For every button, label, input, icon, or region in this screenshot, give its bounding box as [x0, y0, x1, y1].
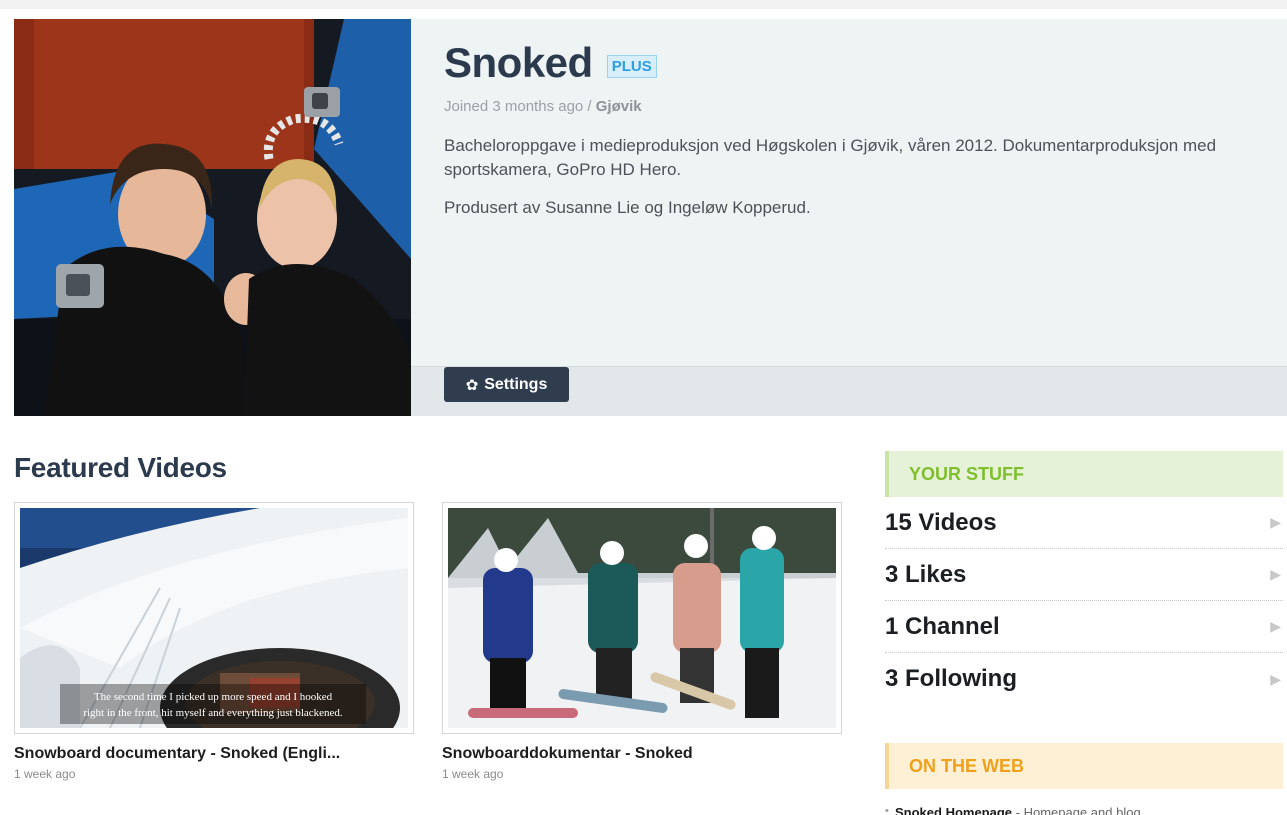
profile-name: Snoked	[444, 39, 593, 86]
bio-paragraph: Bacheloroppgave i medieproduksjon ved Hø…	[444, 136, 1217, 179]
video-thumbnail-image: The second time I picked up more speed a…	[20, 508, 408, 728]
top-strip	[0, 0, 1287, 9]
stat-likes[interactable]: 3 Likes ▶	[885, 549, 1283, 601]
video-title[interactable]: Snowboard documentary - Snoked (Engli...	[14, 745, 414, 763]
profile-info: Snoked PLUS Joined 3 months ago / Gjøvik…	[411, 19, 1287, 366]
video-date: 1 week ago	[14, 767, 76, 781]
stat-following[interactable]: 3 Following ▶	[885, 653, 1283, 705]
stat-channels[interactable]: 1 Channel ▶	[885, 601, 1283, 653]
on-the-web-heading: ON THE WEB	[885, 743, 1283, 789]
video-thumbnail[interactable]: The second time I picked up more speed a…	[14, 502, 414, 734]
joined-info: Joined 3 months ago / Gjøvik	[444, 98, 642, 115]
sidebar: YOUR STUFF 15 Videos ▶ 3 Likes ▶ 1 Chann…	[885, 451, 1283, 815]
featured-videos-heading: Featured Videos	[14, 452, 227, 483]
plus-badge[interactable]: PLUS	[606, 54, 657, 78]
web-link-description: - Homepage and blog	[1012, 805, 1141, 815]
stat-label: 15 Videos	[885, 508, 997, 536]
video-thumbnail-image	[448, 508, 836, 728]
profile-actions-bar: ✿ Settings	[411, 366, 1287, 416]
profile-avatar[interactable]	[14, 19, 411, 416]
gear-icon: ✿	[465, 376, 479, 394]
video-card[interactable]: The second time I picked up more speed a…	[14, 502, 414, 781]
arrow-right-icon: ▶	[1270, 566, 1281, 582]
video-title[interactable]: Snowboarddokumentar - Snoked	[442, 745, 842, 763]
joined-text: Joined 3 months ago /	[444, 98, 596, 115]
arrow-right-icon: ▶	[1270, 618, 1281, 634]
video-subtitle-line: The second time I picked up more speed a…	[94, 691, 333, 703]
stat-label: 1 Channel	[885, 612, 1000, 640]
video-date: 1 week ago	[442, 767, 504, 781]
location-link[interactable]: Gjøvik	[596, 98, 642, 115]
avatar-photo	[14, 19, 411, 416]
arrow-right-icon: ▶	[1270, 514, 1281, 530]
settings-button[interactable]: ✿ Settings	[444, 367, 569, 402]
stat-label: 3 Likes	[885, 560, 967, 588]
profile-name-row: Snoked PLUS	[444, 39, 657, 87]
video-card[interactable]: Snowboarddokumentar - Snoked 1 week ago	[442, 502, 842, 781]
page: Snoked PLUS Joined 3 months ago / Gjøvik…	[0, 0, 1287, 815]
video-subtitle-line: right in the front, hit myself and every…	[83, 707, 343, 719]
your-stuff-heading: YOUR STUFF	[885, 451, 1283, 497]
stat-videos[interactable]: 15 Videos ▶	[885, 497, 1283, 549]
web-link[interactable]: Snoked Homepage	[895, 805, 1012, 815]
list-item: Snoked Homepage - Homepage and blog	[885, 805, 1283, 815]
web-links-list: Snoked Homepage - Homepage and blog	[885, 805, 1283, 815]
profile-bio: Bacheloroppgave i medieproduksjon ved Hø…	[444, 134, 1264, 234]
stat-label: 3 Following	[885, 665, 1017, 692]
bio-paragraph: Produsert av Susanne Lie og Ingeløw Kopp…	[444, 198, 811, 217]
settings-label: Settings	[484, 375, 548, 393]
arrow-right-icon: ▶	[1270, 670, 1281, 687]
video-thumbnail[interactable]	[442, 502, 842, 734]
stats-list: 15 Videos ▶ 3 Likes ▶ 1 Channel ▶ 3 Foll…	[885, 497, 1283, 705]
profile-header: Snoked PLUS Joined 3 months ago / Gjøvik…	[14, 19, 1287, 416]
